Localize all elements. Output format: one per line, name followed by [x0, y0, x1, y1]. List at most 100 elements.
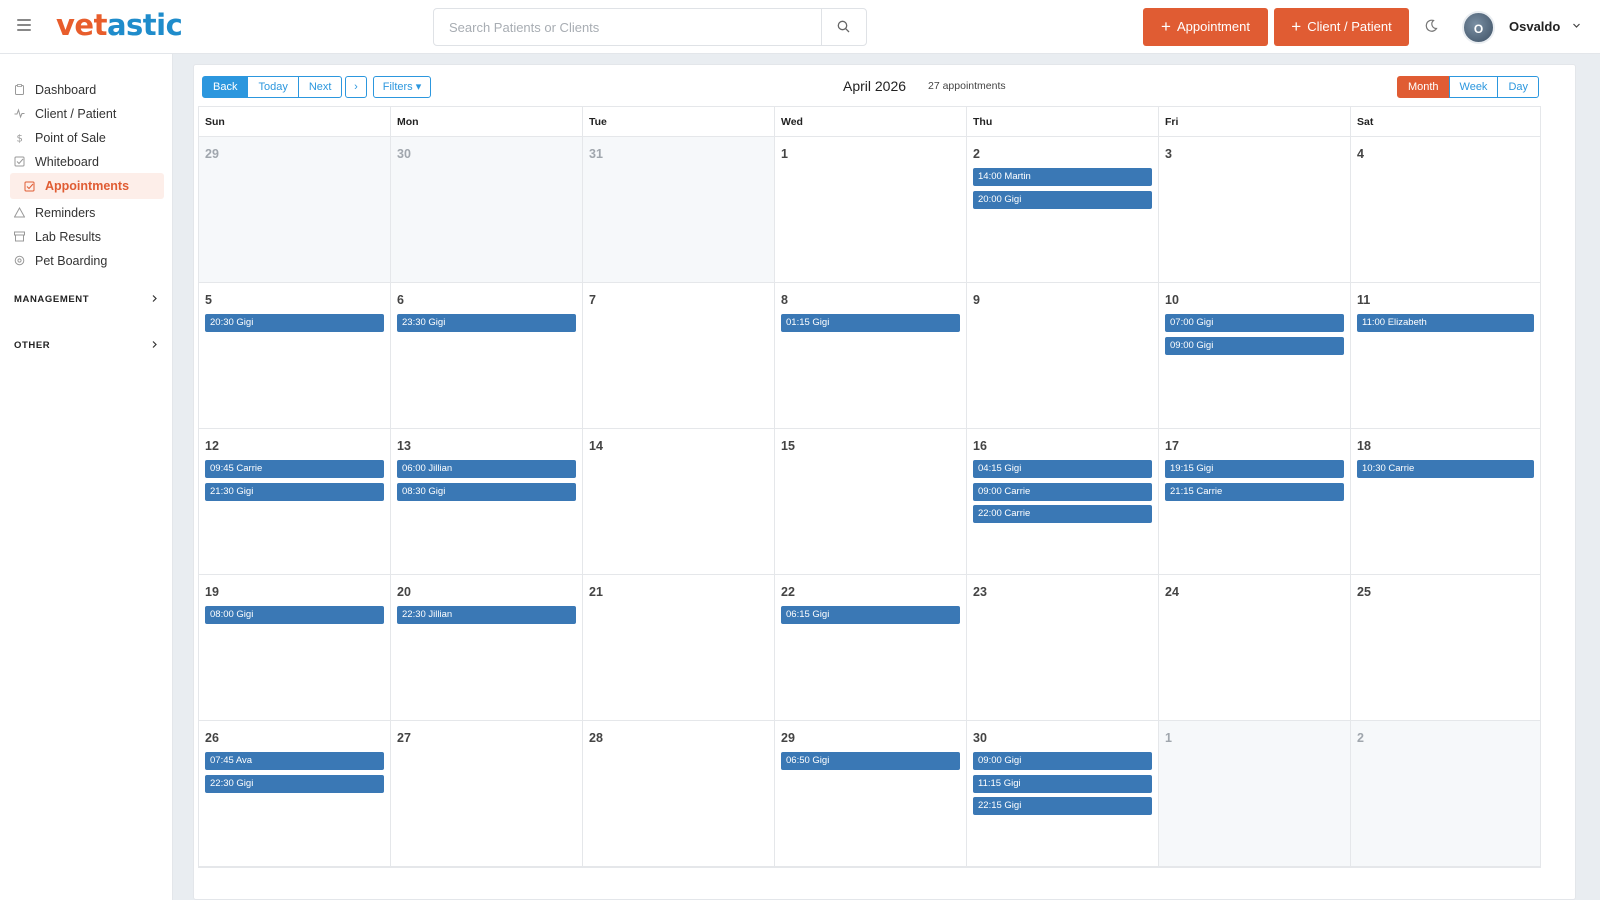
day-cell[interactable]: 2 14:00 Martin 20:00 Gigi	[967, 137, 1159, 283]
sidebar-item-point-of-sale[interactable]: $ Point of Sale	[10, 126, 164, 150]
day-cell[interactable]: 28	[583, 721, 775, 867]
day-number[interactable]: 11	[1357, 293, 1370, 307]
appointment-event[interactable]: 11:15 Gigi	[973, 774, 1152, 793]
appointment-event[interactable]: 22:00 Carrie	[973, 505, 1152, 523]
sidebar-item-client-patient[interactable]: Client / Patient	[10, 102, 164, 126]
day-number[interactable]: 8	[781, 293, 788, 307]
appointment-event[interactable]: 22:30 Gigi	[205, 774, 384, 793]
day-number[interactable]: 3	[1165, 147, 1172, 161]
day-number[interactable]: 26	[205, 731, 219, 745]
day-number[interactable]: 16	[973, 439, 987, 453]
day-cell[interactable]: 27	[391, 721, 583, 867]
day-number[interactable]: 17	[1165, 439, 1179, 453]
day-cell[interactable]: 7	[583, 283, 775, 429]
day-number[interactable]: 22	[781, 585, 795, 599]
appointment-event[interactable]: 22:15 Gigi	[973, 797, 1152, 815]
appointment-event[interactable]: 21:15 Carrie	[1165, 482, 1344, 501]
sidebar-item-dashboard[interactable]: Dashboard	[10, 78, 164, 102]
appointment-event[interactable]: 19:15 Gigi	[1165, 460, 1344, 478]
appointment-event[interactable]: 07:45 Ava	[205, 752, 384, 770]
sidebar-section-other[interactable]: OTHER	[14, 337, 159, 355]
user-menu[interactable]: O Osvaldo	[1462, 8, 1584, 46]
appointment-event[interactable]: 14:00 Martin	[973, 168, 1152, 186]
app-logo[interactable]: vetastic	[56, 8, 183, 42]
appointment-event[interactable]: 06:00 Jillian	[397, 460, 576, 478]
day-number[interactable]: 5	[205, 293, 212, 307]
day-cell[interactable]: 19 08:00 Gigi	[199, 575, 391, 721]
view-day-button[interactable]: Day	[1497, 76, 1539, 98]
day-number[interactable]: 12	[205, 439, 219, 453]
appointment-event[interactable]: 01:15 Gigi	[781, 314, 960, 332]
appointment-event[interactable]: 06:15 Gigi	[781, 606, 960, 624]
day-cell[interactable]: 11 11:00 Elizabeth	[1351, 283, 1541, 429]
appointment-event[interactable]: 11:00 Elizabeth	[1357, 314, 1534, 332]
day-cell[interactable]: 29	[199, 137, 391, 283]
appointment-event[interactable]: 09:00 Carrie	[973, 482, 1152, 501]
day-number[interactable]: 13	[397, 439, 411, 453]
appointment-event[interactable]: 07:00 Gigi	[1165, 314, 1344, 332]
day-cell[interactable]: 12 09:45 Carrie 21:30 Gigi	[199, 429, 391, 575]
add-appointment-button[interactable]: + Appointment	[1143, 8, 1268, 46]
day-cell[interactable]: 1	[1159, 721, 1351, 867]
appointment-event[interactable]: 21:30 Gigi	[205, 482, 384, 501]
day-cell[interactable]: 3	[1159, 137, 1351, 283]
day-cell[interactable]: 10 07:00 Gigi 09:00 Gigi	[1159, 283, 1351, 429]
back-button[interactable]: Back	[202, 76, 249, 98]
day-cell[interactable]: 25	[1351, 575, 1541, 721]
day-number[interactable]: 28	[589, 731, 603, 745]
day-cell[interactable]: 21	[583, 575, 775, 721]
day-cell[interactable]: 18 10:30 Carrie	[1351, 429, 1541, 575]
add-client-patient-button[interactable]: + Client / Patient	[1274, 8, 1409, 46]
day-number[interactable]: 6	[397, 293, 404, 307]
day-number[interactable]: 4	[1357, 147, 1364, 161]
sidebar-item-whiteboard[interactable]: Whiteboard	[10, 150, 164, 174]
day-number[interactable]: 27	[397, 731, 411, 745]
day-cell[interactable]: 15	[775, 429, 967, 575]
appointment-event[interactable]: 20:00 Gigi	[973, 190, 1152, 209]
day-cell[interactable]: 2	[1351, 721, 1541, 867]
day-cell[interactable]: 6 23:30 Gigi	[391, 283, 583, 429]
day-number[interactable]: 20	[397, 585, 411, 599]
filters-dropdown[interactable]: Filters ▾	[373, 76, 431, 98]
day-number[interactable]: 18	[1357, 439, 1371, 453]
search-input[interactable]	[434, 9, 822, 45]
day-number[interactable]: 29	[781, 731, 795, 745]
appointment-event[interactable]: 23:30 Gigi	[397, 314, 576, 332]
appointment-event[interactable]: 09:00 Gigi	[973, 752, 1152, 770]
sidebar-item-lab-results[interactable]: Lab Results	[10, 225, 164, 249]
appointment-event[interactable]: 08:30 Gigi	[397, 482, 576, 501]
view-month-button[interactable]: Month	[1396, 76, 1450, 98]
search-button[interactable]	[821, 9, 866, 45]
day-cell[interactable]: 13 06:00 Jillian 08:30 Gigi	[391, 429, 583, 575]
appointment-event[interactable]: 06:50 Gigi	[781, 752, 960, 770]
appointment-event[interactable]: 20:30 Gigi	[205, 314, 384, 332]
day-cell[interactable]: 26 07:45 Ava 22:30 Gigi	[199, 721, 391, 867]
day-cell[interactable]: 31	[583, 137, 775, 283]
day-cell[interactable]: 30 09:00 Gigi 11:15 Gigi 22:15 Gigi	[967, 721, 1159, 867]
dark-mode-moon-icon[interactable]	[1424, 19, 1438, 33]
appointment-event[interactable]: 09:45 Carrie	[205, 460, 384, 478]
day-number[interactable]: 25	[1357, 585, 1371, 599]
day-number[interactable]: 2	[973, 147, 980, 161]
day-cell[interactable]: 23	[967, 575, 1159, 721]
day-number[interactable]: 31	[589, 147, 603, 161]
day-number[interactable]: 29	[205, 147, 219, 161]
day-number[interactable]: 19	[205, 585, 219, 599]
day-number[interactable]: 23	[973, 585, 987, 599]
day-number[interactable]: 30	[397, 147, 411, 161]
day-number[interactable]: 14	[589, 439, 603, 453]
day-cell[interactable]: 20 22:30 Jillian	[391, 575, 583, 721]
next-button[interactable]: Next	[297, 76, 343, 98]
sidebar-item-pet-boarding[interactable]: Pet Boarding	[10, 249, 164, 273]
appointment-event[interactable]: 10:30 Carrie	[1357, 460, 1534, 478]
day-number[interactable]: 9	[973, 293, 980, 307]
day-cell[interactable]: 22 06:15 Gigi	[775, 575, 967, 721]
menu-toggle-icon[interactable]	[17, 19, 31, 31]
sidebar-item-reminders[interactable]: Reminders	[10, 201, 164, 225]
day-cell[interactable]: 29 06:50 Gigi	[775, 721, 967, 867]
view-week-button[interactable]: Week	[1448, 76, 1499, 98]
day-cell[interactable]: 30	[391, 137, 583, 283]
day-cell[interactable]: 4	[1351, 137, 1541, 283]
day-number[interactable]: 24	[1165, 585, 1179, 599]
day-cell[interactable]: 9	[967, 283, 1159, 429]
